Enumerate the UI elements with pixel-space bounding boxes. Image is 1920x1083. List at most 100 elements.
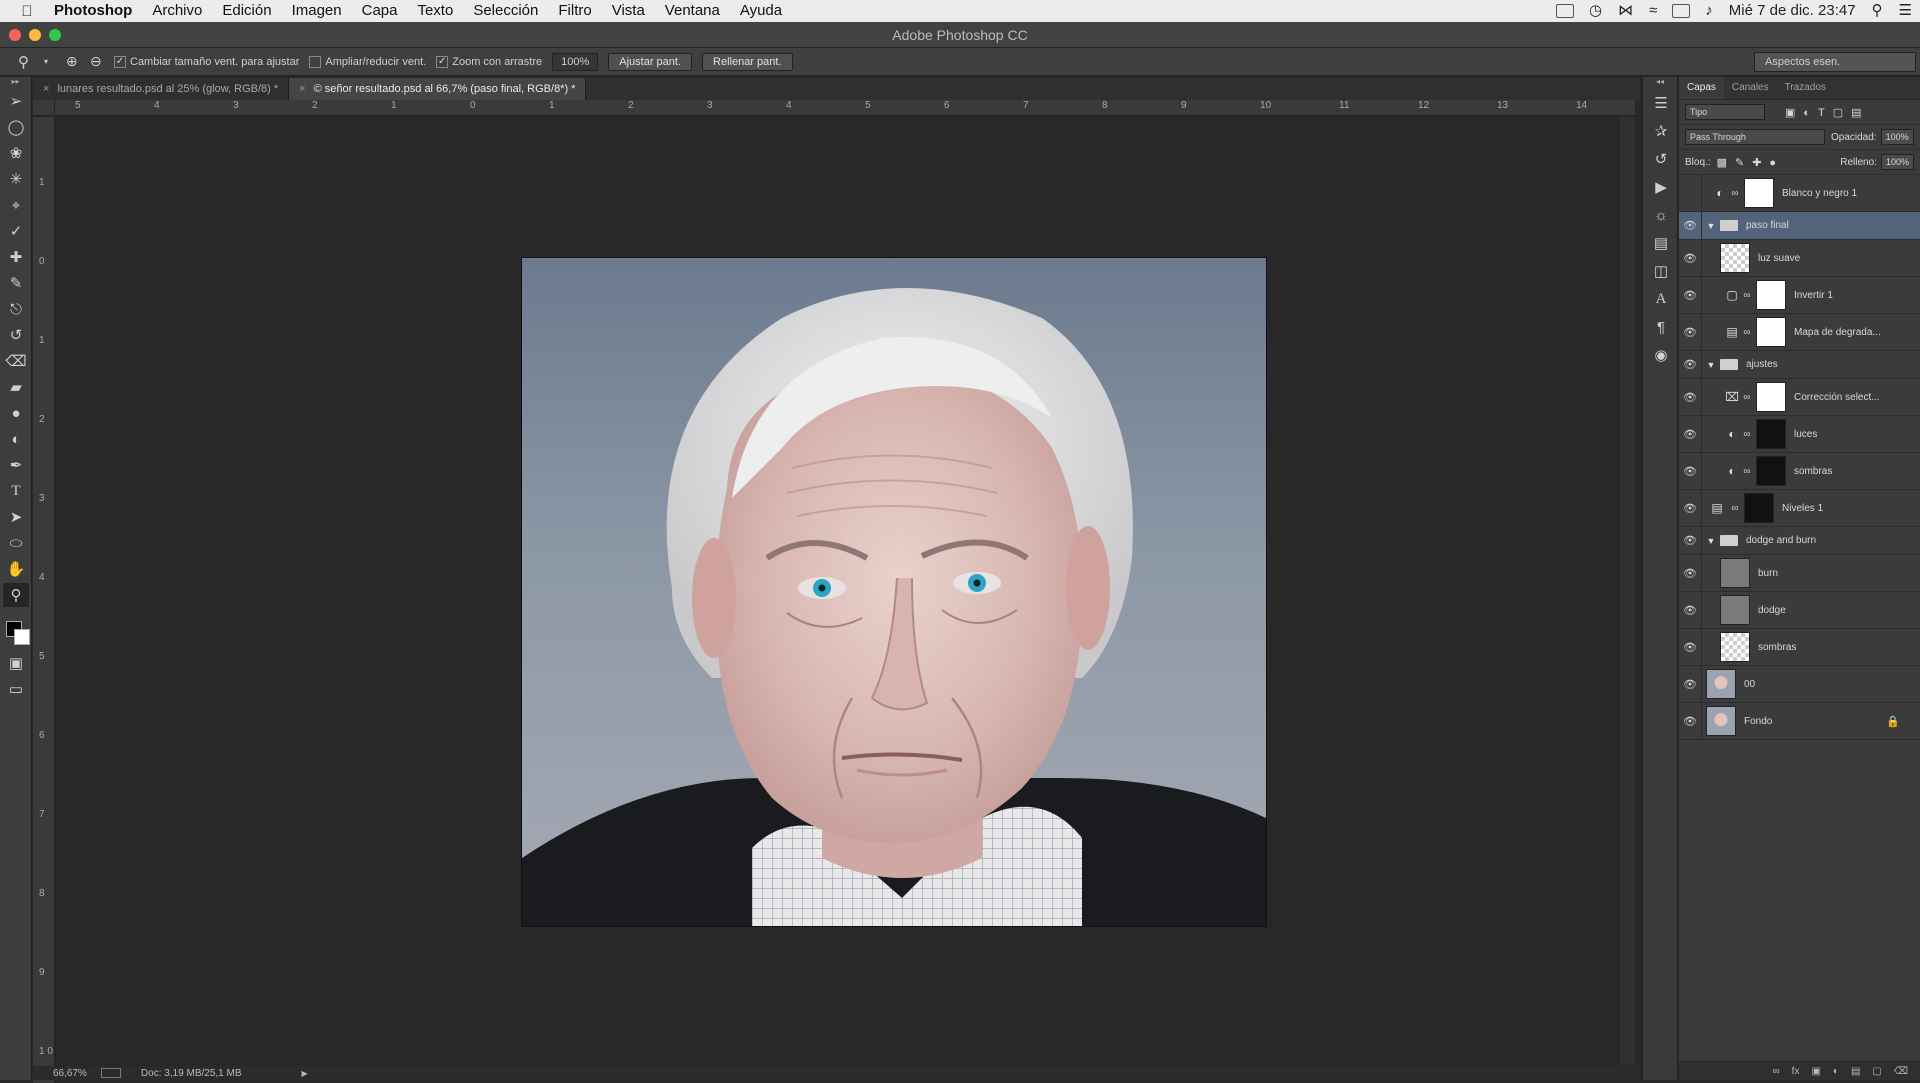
layer-row[interactable]: 👁 sombras — [1679, 629, 1920, 666]
canvas-area[interactable] — [56, 117, 1635, 1065]
new-adjustment-icon[interactable]: ◐ — [1833, 1066, 1839, 1077]
actions-panel-icon[interactable]: ▶ — [1643, 173, 1679, 201]
move-tool-icon[interactable]: ➢ — [3, 89, 29, 113]
menu-vista[interactable]: Vista — [602, 0, 655, 22]
scrubby-zoom-checkbox[interactable]: ✓ Zoom con arrastre — [436, 55, 542, 68]
spotlight-search-icon[interactable]: ⚲ — [1864, 0, 1891, 22]
notification-center-icon[interactable]: ☰ — [1891, 0, 1920, 22]
export-icon[interactable] — [100, 1068, 121, 1078]
new-group-icon[interactable]: ▤ — [1851, 1066, 1860, 1077]
layer-row[interactable]: 👁 ◐ ∞ sombras — [1679, 453, 1920, 490]
close-tab-icon[interactable]: × — [299, 83, 305, 95]
minimize-window-button[interactable] — [29, 29, 41, 41]
quick-mask-icon[interactable]: ▣ — [3, 651, 29, 675]
fit-screen-button[interactable]: Ajustar pant. — [608, 52, 693, 71]
fill-field[interactable]: 100% — [1880, 154, 1914, 170]
airplay-icon[interactable] — [1672, 4, 1691, 18]
clock-text[interactable]: Mié 7 de dic. 23:47 — [1721, 0, 1864, 22]
character-panel-icon[interactable]: A — [1643, 285, 1679, 313]
time-machine-icon[interactable]: ◷ — [1581, 0, 1610, 22]
document-size-readout[interactable]: Doc: 3,19 MB/25,1 MB — [141, 1068, 242, 1079]
3d-panel-icon[interactable]: ◉ — [1643, 341, 1679, 369]
layer-row[interactable]: 👁 ▤ ∞ Mapa de degrada... — [1679, 314, 1920, 351]
layer-row[interactable]: ◐ ∞ Blanco y negro 1 — [1679, 175, 1920, 212]
healing-brush-tool-icon[interactable]: ✚ — [3, 245, 29, 269]
marquee-tool-icon[interactable]: ◯ — [3, 115, 29, 139]
layer-row[interactable]: 👁 ▤ ∞ Niveles 1 — [1679, 490, 1920, 527]
link-icon[interactable]: ∞ — [1730, 503, 1740, 514]
zoom-100-button[interactable]: 100% — [552, 52, 599, 71]
group-expand-icon[interactable]: ▼ — [1704, 360, 1718, 370]
brush-tool-icon[interactable]: ✎ — [3, 271, 29, 295]
layer-thumbnail[interactable] — [1720, 632, 1750, 662]
link-icon[interactable]: ∞ — [1730, 188, 1740, 199]
menu-texto[interactable]: Texto — [407, 0, 463, 22]
layer-thumbnail[interactable] — [1706, 706, 1736, 736]
eye-icon[interactable]: 👁 — [1679, 527, 1702, 554]
eye-icon[interactable]: 👁 — [1679, 592, 1702, 628]
adjustments-panel-icon[interactable]: ☼ — [1643, 201, 1679, 229]
link-icon[interactable]: ∞ — [1742, 466, 1752, 477]
tab-canales[interactable]: Canales — [1724, 77, 1777, 99]
collapse-toolbar-icon[interactable]: ▸▸ — [0, 77, 31, 87]
layer-mask-thumbnail[interactable] — [1744, 493, 1774, 523]
apple-icon[interactable]:  — [0, 3, 54, 20]
eye-icon[interactable]: 👁 — [1679, 666, 1702, 702]
close-window-button[interactable] — [9, 29, 21, 41]
menu-ventana[interactable]: Ventana — [655, 0, 730, 22]
paint-bucket-tool-icon[interactable]: ▰ — [3, 375, 29, 399]
visibility-hidden-toggle[interactable] — [1679, 175, 1702, 211]
menu-archivo[interactable]: Archivo — [142, 0, 212, 22]
layer-group-row[interactable]: 👁 ▼ paso final — [1679, 212, 1920, 240]
properties-panel-icon[interactable]: ☰ — [1643, 89, 1679, 117]
eye-icon[interactable]: 👁 — [1679, 629, 1702, 665]
volume-icon[interactable]: ♪ — [1697, 0, 1721, 22]
layer-row[interactable]: 👁 burn — [1679, 555, 1920, 592]
group-expand-icon[interactable]: ▼ — [1704, 221, 1718, 231]
bluetooth-icon[interactable]: ⋈ — [1610, 0, 1641, 22]
delete-layer-icon[interactable]: ⌫ — [1894, 1066, 1908, 1077]
layer-group-row[interactable]: 👁 ▼ ajustes — [1679, 351, 1920, 379]
zoom-window-button[interactable] — [49, 29, 61, 41]
paragraph-panel-icon[interactable]: ¶ — [1643, 313, 1679, 341]
layer-row[interactable]: 👁 dodge — [1679, 592, 1920, 629]
canvas-vertical-scrollbar[interactable] — [1620, 117, 1635, 1065]
layer-row[interactable]: 👁 00 — [1679, 666, 1920, 703]
screen-mode-icon[interactable]: ▭ — [3, 677, 29, 701]
layer-thumbnail[interactable] — [1720, 558, 1750, 588]
link-icon[interactable]: ∞ — [1742, 392, 1752, 403]
tab-trazados[interactable]: Trazados — [1777, 77, 1834, 99]
history-panel-icon[interactable]: ↺ — [1643, 145, 1679, 173]
group-expand-icon[interactable]: ▼ — [1704, 536, 1718, 546]
tab-lunares[interactable]: × lunares resultado.psd al 25% (glow, RGB… — [33, 78, 290, 100]
wifi-icon[interactable]: ≈ — [1641, 0, 1665, 22]
cloud-icon[interactable] — [1555, 4, 1574, 18]
pen-tool-icon[interactable]: ✒ — [3, 453, 29, 477]
new-layer-icon[interactable]: ▢ — [1872, 1066, 1881, 1077]
dodge-tool-icon[interactable]: ◐ — [3, 427, 29, 451]
history-brush-tool-icon[interactable]: ↺ — [3, 323, 29, 347]
eye-icon[interactable]: 👁 — [1679, 240, 1702, 276]
layer-mask-thumbnail[interactable] — [1744, 178, 1774, 208]
color-swatches[interactable] — [0, 609, 31, 649]
menu-edicion[interactable]: Edición — [212, 0, 281, 22]
histogram-panel-icon[interactable]: ▤ — [1643, 229, 1679, 257]
zoom-level-readout[interactable]: 66,67% — [53, 1068, 87, 1079]
eye-icon[interactable]: 👁 — [1679, 490, 1702, 526]
zoom-all-windows-checkbox[interactable]: Ampliar/reducir vent. — [309, 55, 426, 68]
brush-presets-icon[interactable]: ✰ — [1643, 117, 1679, 145]
eye-icon[interactable]: 👁 — [1679, 453, 1702, 489]
lock-options-icons[interactable]: ▩✎✚● — [1717, 156, 1784, 169]
add-mask-icon[interactable]: ▣ — [1811, 1066, 1820, 1077]
tab-senor[interactable]: × © señor resultado.psd al 66,7% (paso fi… — [289, 78, 587, 100]
zoom-tool-icon[interactable]: ⚲ — [3, 583, 29, 607]
layer-row[interactable]: 👁 Fondo 🔒 — [1679, 703, 1920, 740]
layer-thumbnail[interactable] — [1720, 243, 1750, 273]
path-selection-tool-icon[interactable]: ➤ — [3, 505, 29, 529]
zoom-in-icon[interactable]: ⊕ — [66, 53, 90, 70]
link-icon[interactable]: ∞ — [1742, 327, 1752, 338]
link-layers-icon[interactable]: ∞ — [1773, 1066, 1780, 1077]
zoom-tool-preset-icon[interactable]: ⚲ — [18, 53, 44, 71]
menu-seleccion[interactable]: Selección — [463, 0, 548, 22]
horizontal-ruler[interactable]: 5 4 3 2 1 0 1 2 3 4 5 6 7 8 9 10 11 12 13 14 — [55, 100, 1635, 116]
